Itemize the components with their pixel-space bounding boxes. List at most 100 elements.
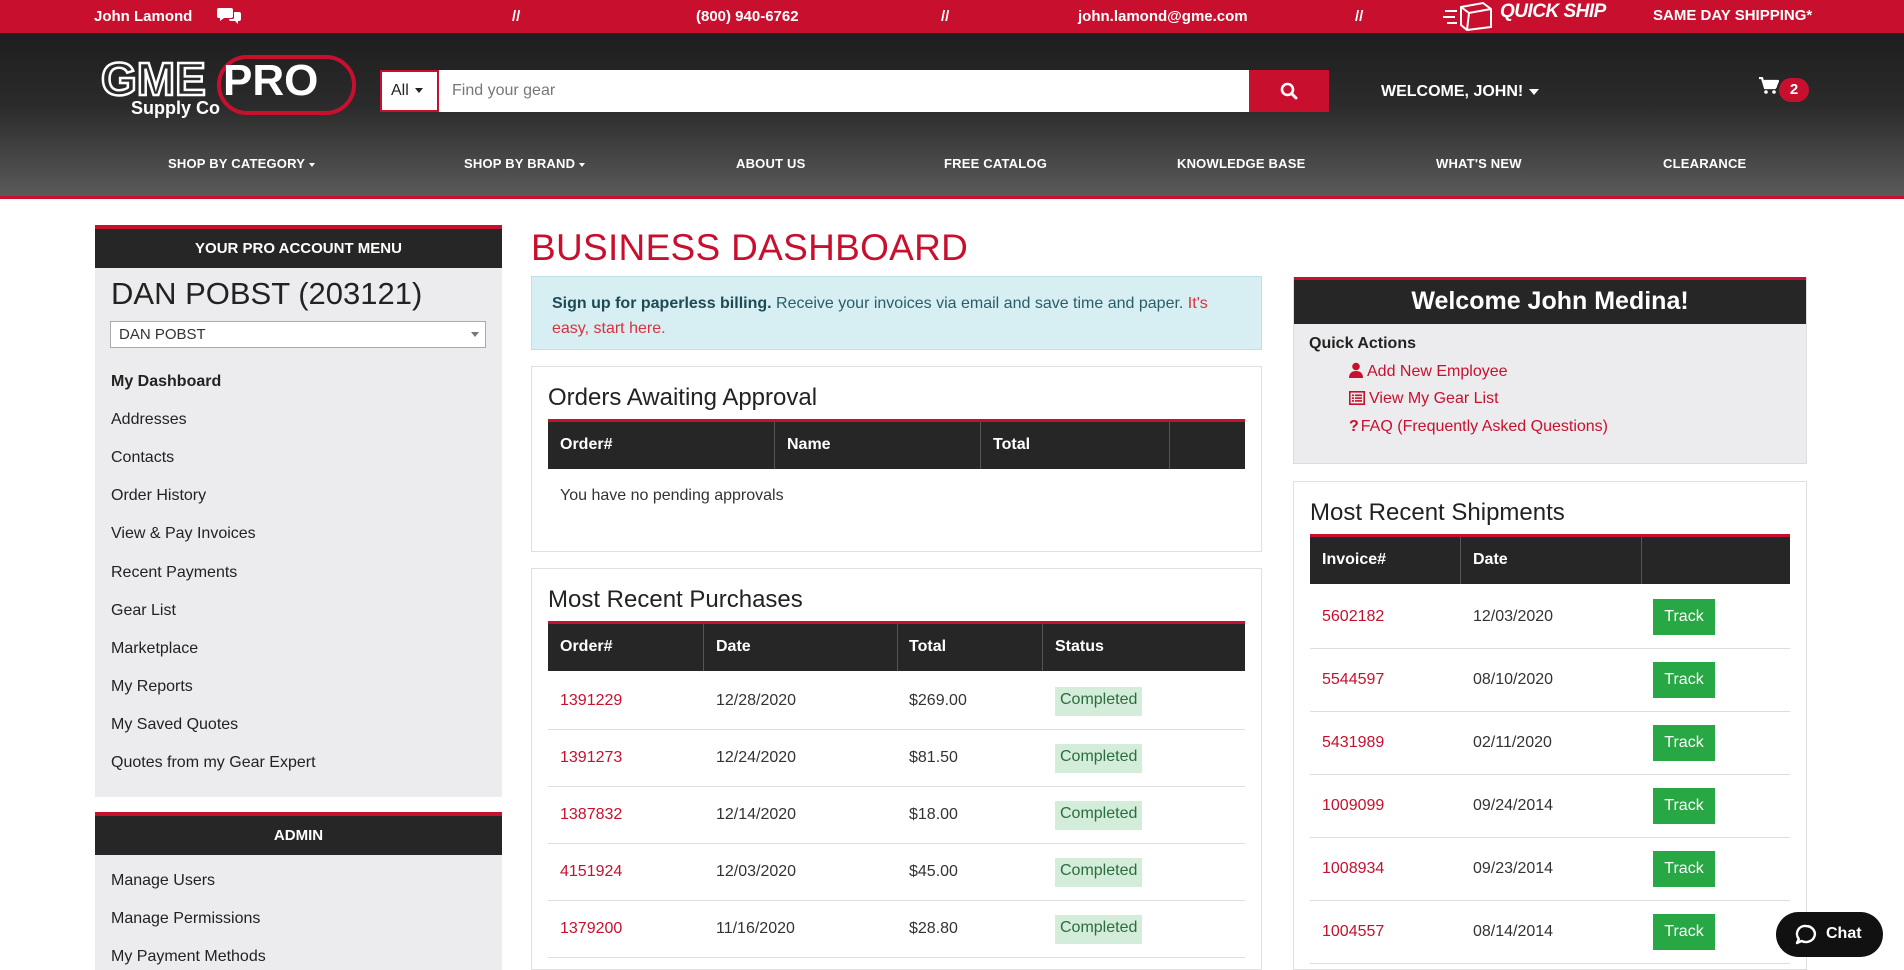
status-badge: Completed — [1055, 801, 1143, 830]
topbar-user-name: John Lamond — [94, 8, 193, 25]
order-link[interactable]: 1379200 — [560, 920, 622, 938]
col-invoice-number: Invoice# — [1322, 551, 1387, 568]
col-order-number: Order# — [560, 436, 613, 453]
nav-free-catalog[interactable]: FREE CATALOG — [944, 156, 1047, 171]
invoice-link[interactable]: 5602182 — [1322, 608, 1384, 626]
no-approvals-message: You have no pending approvals — [560, 487, 784, 504]
shipment-date: 08/14/2014 — [1473, 923, 1554, 940]
col-total: Total — [909, 638, 947, 655]
alert-bold-text: Sign up for paperless billing. — [552, 295, 772, 312]
chevron-down-icon — [579, 162, 586, 167]
invoice-link[interactable]: 5544597 — [1322, 671, 1384, 689]
invoice-link[interactable]: 1009099 — [1322, 797, 1384, 815]
chat-button[interactable]: Chat — [1776, 912, 1883, 957]
topbar-phone[interactable]: (800) 940-6762 — [696, 8, 799, 25]
search-input[interactable] — [439, 70, 1249, 112]
svg-text:Supply Co: Supply Co — [131, 98, 220, 118]
sidebar-item-manage-permissions[interactable]: Manage Permissions — [111, 910, 260, 928]
approvals-table-header: Order# Name Total — [548, 419, 1245, 469]
sidebar-item-my-dashboard[interactable]: My Dashboard — [111, 373, 221, 391]
topbar-separator: // — [941, 8, 950, 25]
status-badge: Completed — [1055, 858, 1143, 887]
shipment-date: 12/03/2020 — [1473, 608, 1554, 625]
nav-about-us[interactable]: ABOUT US — [736, 156, 806, 171]
welcome-user-dropdown[interactable]: WELCOME, JOHN! — [1381, 83, 1540, 101]
invoice-link[interactable]: 1008934 — [1322, 860, 1384, 878]
nav-shop-by-brand[interactable]: SHOP BY BRAND — [464, 156, 586, 171]
status-badge: Completed — [1055, 915, 1143, 944]
search-icon — [1280, 82, 1298, 100]
quick-action-view-gear-list[interactable]: View My Gear List — [1349, 390, 1499, 408]
cart-count-badge[interactable]: 2 — [1779, 78, 1809, 102]
table-row: 5544597 08/10/2020 Track — [1310, 649, 1790, 712]
nav-knowledge-base[interactable]: KNOWLEDGE BASE — [1177, 156, 1305, 171]
search-scope-dropdown[interactable]: All — [380, 70, 439, 112]
invoice-link[interactable]: 5431989 — [1322, 734, 1384, 752]
search-button[interactable] — [1249, 70, 1329, 112]
track-button[interactable]: Track — [1653, 914, 1715, 950]
main-nav: SHOP BY CATEGORY SHOP BY BRAND ABOUT US … — [0, 156, 1904, 182]
sidebar-item-my-reports[interactable]: My Reports — [111, 678, 193, 696]
order-date: 12/24/2020 — [716, 749, 797, 766]
cart-icon[interactable] — [1759, 77, 1779, 95]
col-date: Date — [716, 638, 751, 655]
chat-bubbles-icon[interactable] — [217, 6, 241, 28]
sidebar-item-contacts[interactable]: Contacts — [111, 449, 174, 467]
track-button[interactable]: Track — [1653, 788, 1715, 824]
sidebar-item-gear-list[interactable]: Gear List — [111, 602, 176, 620]
chevron-down-icon — [414, 88, 423, 94]
track-button[interactable]: Track — [1653, 599, 1715, 635]
table-row: 1379200 11/16/2020 $28.80 Completed — [548, 901, 1245, 958]
order-link[interactable]: 4151924 — [560, 863, 622, 881]
order-link[interactable]: 1391273 — [560, 749, 622, 767]
sidebar-item-recent-payments[interactable]: Recent Payments — [111, 564, 237, 582]
order-total: $81.50 — [909, 749, 958, 766]
order-total: $18.00 — [909, 806, 958, 823]
order-date: 12/03/2020 — [716, 863, 797, 880]
track-button[interactable]: Track — [1653, 851, 1715, 887]
status-badge: Completed — [1055, 687, 1143, 716]
order-date: 12/14/2020 — [716, 806, 797, 823]
topbar-email[interactable]: john.lamond@gme.com — [1078, 8, 1248, 25]
nav-whats-new[interactable]: WHAT'S NEW — [1436, 156, 1522, 171]
sidebar-item-my-payment-methods[interactable]: My Payment Methods — [111, 948, 266, 966]
invoice-link[interactable]: 1004557 — [1322, 923, 1384, 941]
question-icon: ? — [1349, 418, 1359, 435]
sidebar-item-manage-users[interactable]: Manage Users — [111, 872, 215, 890]
gme-pro-logo[interactable]: GME PRO Supply Co — [101, 53, 357, 119]
purchases-title: Most Recent Purchases — [548, 586, 803, 613]
shipment-date: 09/24/2014 — [1473, 797, 1554, 814]
sidebar-item-marketplace[interactable]: Marketplace — [111, 640, 198, 658]
col-total: Total — [993, 436, 1031, 453]
quick-ship-box-icon — [1443, 1, 1492, 31]
sidebar-item-order-history[interactable]: Order History — [111, 487, 206, 505]
nav-shop-by-category[interactable]: SHOP BY CATEGORY — [168, 156, 316, 171]
col-name: Name — [787, 436, 831, 453]
search-bar: All — [380, 70, 1349, 112]
table-row: 4151924 12/03/2020 $45.00 Completed — [548, 844, 1245, 901]
nav-clearance[interactable]: CLEARANCE — [1663, 156, 1746, 171]
order-link[interactable]: 1387832 — [560, 806, 622, 824]
purchases-table-header: Order# Date Total Status — [548, 621, 1245, 671]
order-link[interactable]: 1391229 — [560, 692, 622, 710]
account-menu-title: YOUR PRO ACCOUNT MENU — [95, 225, 502, 268]
sidebar-item-addresses[interactable]: Addresses — [111, 411, 187, 429]
track-button[interactable]: Track — [1653, 662, 1715, 698]
sidebar-item-view-pay-invoices[interactable]: View & Pay Invoices — [111, 525, 256, 543]
track-button[interactable]: Track — [1653, 725, 1715, 761]
col-order-number: Order# — [560, 638, 613, 655]
chevron-down-icon — [471, 332, 479, 337]
sidebar-item-my-saved-quotes[interactable]: My Saved Quotes — [111, 716, 238, 734]
list-icon — [1349, 391, 1365, 405]
status-badge: Completed — [1055, 744, 1143, 773]
shipment-date: 02/11/2020 — [1473, 734, 1552, 751]
shipments-table-header: Invoice# Date — [1310, 534, 1790, 584]
shipment-date: 08/10/2020 — [1473, 671, 1554, 688]
sidebar-item-quotes-from-gear-expert[interactable]: Quotes from my Gear Expert — [111, 754, 316, 772]
quick-ship-label: QUICK SHIP — [1500, 1, 1606, 22]
quick-action-add-employee[interactable]: Add New Employee — [1349, 362, 1508, 381]
account-select[interactable]: DAN POBST — [110, 321, 486, 348]
table-row: 5431989 02/11/2020 Track — [1310, 712, 1790, 775]
quick-action-faq[interactable]: ? FAQ (Frequently Asked Questions) — [1349, 418, 1608, 436]
shipment-date: 09/23/2014 — [1473, 860, 1554, 877]
